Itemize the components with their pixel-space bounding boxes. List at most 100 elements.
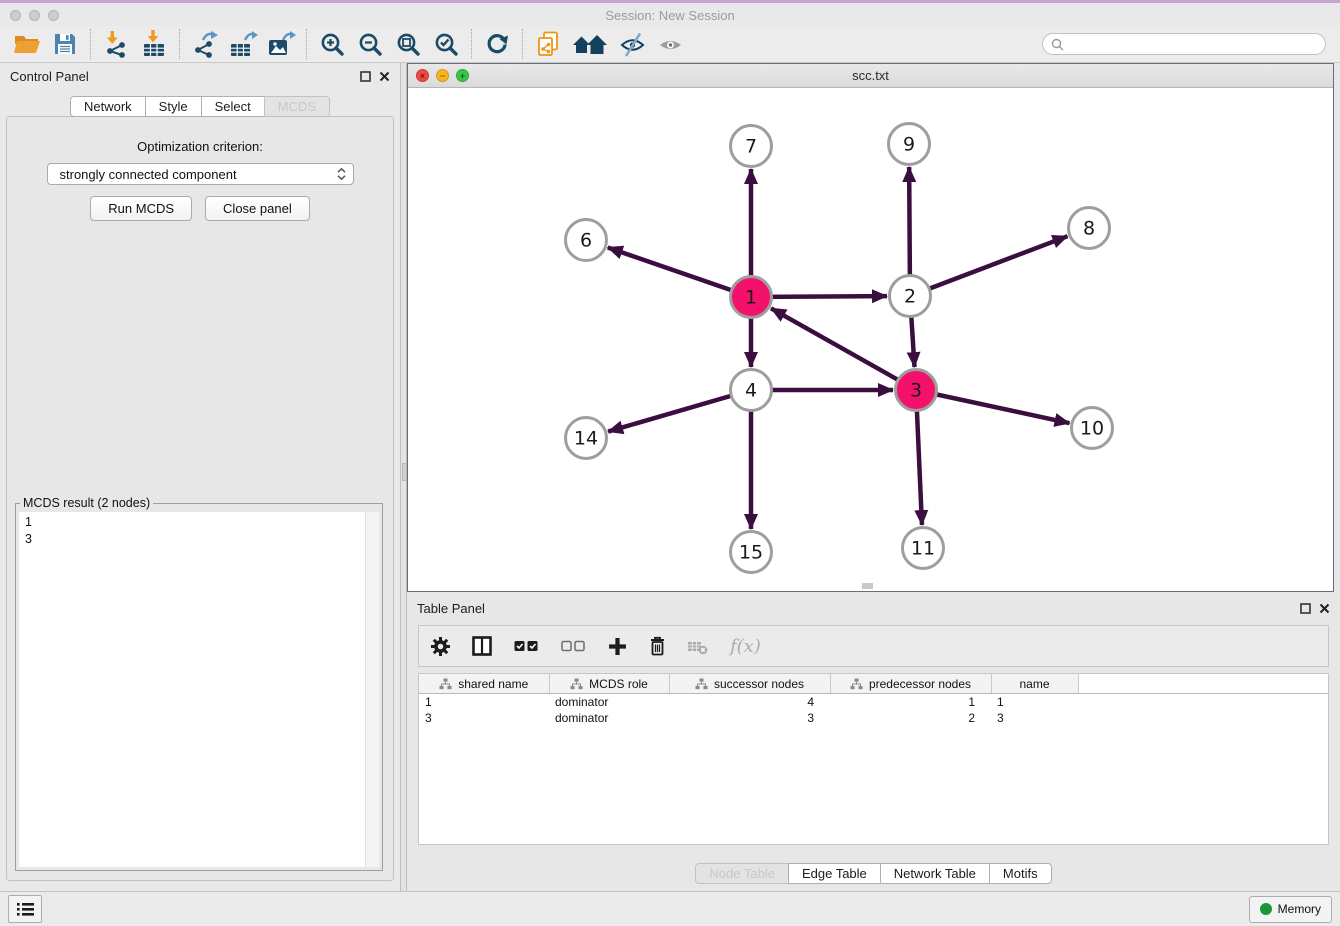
float-panel-icon[interactable] (360, 71, 371, 82)
column-header-shared-name[interactable]: shared name (419, 674, 549, 694)
open-session-button[interactable] (12, 29, 42, 59)
table-cell[interactable]: 1 (419, 694, 549, 711)
graph-node-15[interactable]: 15 (731, 532, 772, 573)
network-maximize-button[interactable]: + (456, 69, 469, 82)
delete-icon[interactable] (649, 636, 666, 656)
close-panel-icon[interactable] (379, 71, 390, 82)
task-history-button[interactable] (8, 895, 42, 923)
run-mcds-button[interactable]: Run MCDS (90, 196, 192, 221)
status-bar: Memory (0, 891, 1340, 926)
import-table-button[interactable] (139, 29, 169, 59)
table-cell[interactable]: 3 (669, 710, 830, 726)
show-columns-icon[interactable] (472, 636, 492, 656)
export-network-icon (191, 30, 219, 58)
table-cell[interactable]: 3 (419, 710, 549, 726)
mcds-result-box: MCDS result (2 nodes) 1 3 (15, 496, 383, 871)
graph-node-6[interactable]: 6 (566, 220, 607, 261)
export-network-button[interactable] (190, 29, 220, 59)
graph-node-4[interactable]: 4 (731, 370, 772, 411)
select-all-icon[interactable] (514, 640, 539, 652)
search-field[interactable] (1042, 33, 1326, 55)
search-input[interactable] (1069, 36, 1317, 52)
close-panel-button[interactable]: Close panel (205, 196, 310, 221)
network-canvas[interactable]: 7 9 6 8 1 2 4 3 14 10 15 11 (408, 88, 1332, 591)
graph-node-8[interactable]: 8 (1069, 208, 1110, 249)
home-view-button[interactable] (571, 29, 609, 59)
zoom-fit-button[interactable] (393, 29, 423, 59)
tab-mcds[interactable]: MCDS (264, 96, 330, 117)
graph-edge-2-8[interactable] (910, 236, 1067, 296)
graph-node-11[interactable]: 11 (903, 528, 944, 569)
table-cell[interactable]: 3 (991, 710, 1078, 726)
mcds-result-list[interactable]: 1 3 (19, 512, 365, 867)
toolbar-separator (522, 29, 523, 59)
close-panel-icon[interactable] (1319, 603, 1330, 614)
node-table: shared name MCDS role successor nodes pr… (418, 673, 1329, 845)
table-settings-gear-icon[interactable] (431, 637, 450, 656)
tab-motifs[interactable]: Motifs (989, 863, 1052, 884)
tab-network[interactable]: Network (70, 96, 146, 117)
graph-edge-1-6[interactable] (608, 248, 751, 297)
graph-node-label: 7 (745, 136, 757, 158)
tab-style[interactable]: Style (145, 96, 202, 117)
show-graphics-details-button[interactable] (655, 29, 685, 59)
float-panel-icon[interactable] (1300, 603, 1311, 614)
eye-slash-icon (619, 31, 646, 58)
function-builder-button[interactable]: f(x) (730, 636, 761, 657)
criterion-select[interactable]: strongly connected component (47, 163, 354, 185)
network-minimize-button[interactable]: − (436, 69, 449, 82)
export-image-button[interactable] (266, 29, 296, 59)
network-from-file-button[interactable] (533, 29, 563, 59)
graph-node-2[interactable]: 2 (890, 276, 931, 317)
zoom-in-button[interactable] (317, 29, 347, 59)
import-network-button[interactable] (101, 29, 131, 59)
graph-edge-3-10[interactable] (916, 390, 1070, 423)
add-column-icon[interactable] (608, 637, 627, 656)
zoom-out-button[interactable] (355, 29, 385, 59)
save-session-button[interactable] (50, 29, 80, 59)
graph-node-label: 6 (580, 230, 592, 252)
export-table-button[interactable] (228, 29, 258, 59)
graph-edge-4-14[interactable] (608, 390, 751, 432)
delete-table-icon[interactable] (688, 638, 708, 655)
canvas-scroll-nub[interactable] (862, 583, 873, 589)
graph-node-1[interactable]: 1 (731, 277, 772, 318)
graph-node-10[interactable]: 10 (1072, 408, 1113, 449)
column-header-mcds-role[interactable]: MCDS role (549, 674, 669, 694)
graph-edge-3-1[interactable] (771, 308, 916, 390)
table-cell[interactable]: dominator (549, 710, 669, 726)
tab-network-table[interactable]: Network Table (880, 863, 990, 884)
table-cell[interactable]: 1 (991, 694, 1078, 711)
column-header-predecessor-nodes[interactable]: predecessor nodes (830, 674, 991, 694)
table-cell[interactable]: 1 (830, 694, 991, 711)
tab-edge-table[interactable]: Edge Table (788, 863, 881, 884)
unselect-all-icon[interactable] (561, 640, 586, 652)
result-scrollbar[interactable] (365, 512, 379, 867)
network-close-button[interactable]: × (416, 69, 429, 82)
export-image-icon (267, 30, 296, 58)
graph-node-3[interactable]: 3 (896, 370, 937, 411)
table-row[interactable]: 1dominator411 (419, 694, 1328, 711)
apply-layout-button[interactable] (482, 29, 512, 59)
graph-node-label: 11 (911, 538, 935, 560)
table-cell[interactable]: dominator (549, 694, 669, 711)
column-header-name[interactable]: name (991, 674, 1078, 694)
select-stepper-icon (337, 168, 346, 180)
graph-node-7[interactable]: 7 (731, 126, 772, 167)
memory-status-icon (1260, 903, 1272, 915)
graph-node-14[interactable]: 14 (566, 418, 607, 459)
table-row[interactable]: 3dominator323 (419, 710, 1328, 726)
tab-select[interactable]: Select (201, 96, 265, 117)
memory-button[interactable]: Memory (1249, 896, 1332, 923)
search-icon (1051, 38, 1064, 51)
graph-node-9[interactable]: 9 (889, 124, 930, 165)
column-header-successor-nodes[interactable]: successor nodes (669, 674, 830, 694)
graph-node-label: 8 (1083, 218, 1095, 240)
hide-graphics-details-button[interactable] (617, 29, 647, 59)
zoom-selected-button[interactable] (431, 29, 461, 59)
control-panel-tabs: Network Style Select MCDS (0, 96, 400, 117)
table-cell[interactable]: 4 (669, 694, 830, 711)
panel-splitter[interactable] (400, 63, 407, 891)
tab-node-table[interactable]: Node Table (695, 863, 789, 884)
table-cell[interactable]: 2 (830, 710, 991, 726)
